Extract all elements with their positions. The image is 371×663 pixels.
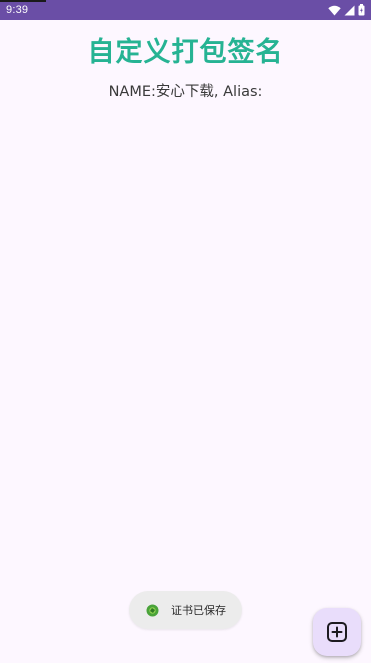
toast-message: 证书已保存 [129,591,242,629]
wifi-icon [328,5,341,15]
signature-info-text: NAME:安心下载, Alias: [108,84,263,100]
signal-icon [344,5,355,15]
add-box-icon [327,622,347,642]
app-icon [146,604,159,616]
toast-text: 证书已保存 [171,604,226,617]
add-button[interactable] [313,608,361,656]
status-bar-edge [0,0,46,2]
battery-icon [358,4,365,16]
status-bar: 9:39 [0,0,371,20]
status-time: 9:39 [6,4,29,16]
page-title: 自定义打包签名 [87,37,284,68]
status-icons [328,4,365,16]
